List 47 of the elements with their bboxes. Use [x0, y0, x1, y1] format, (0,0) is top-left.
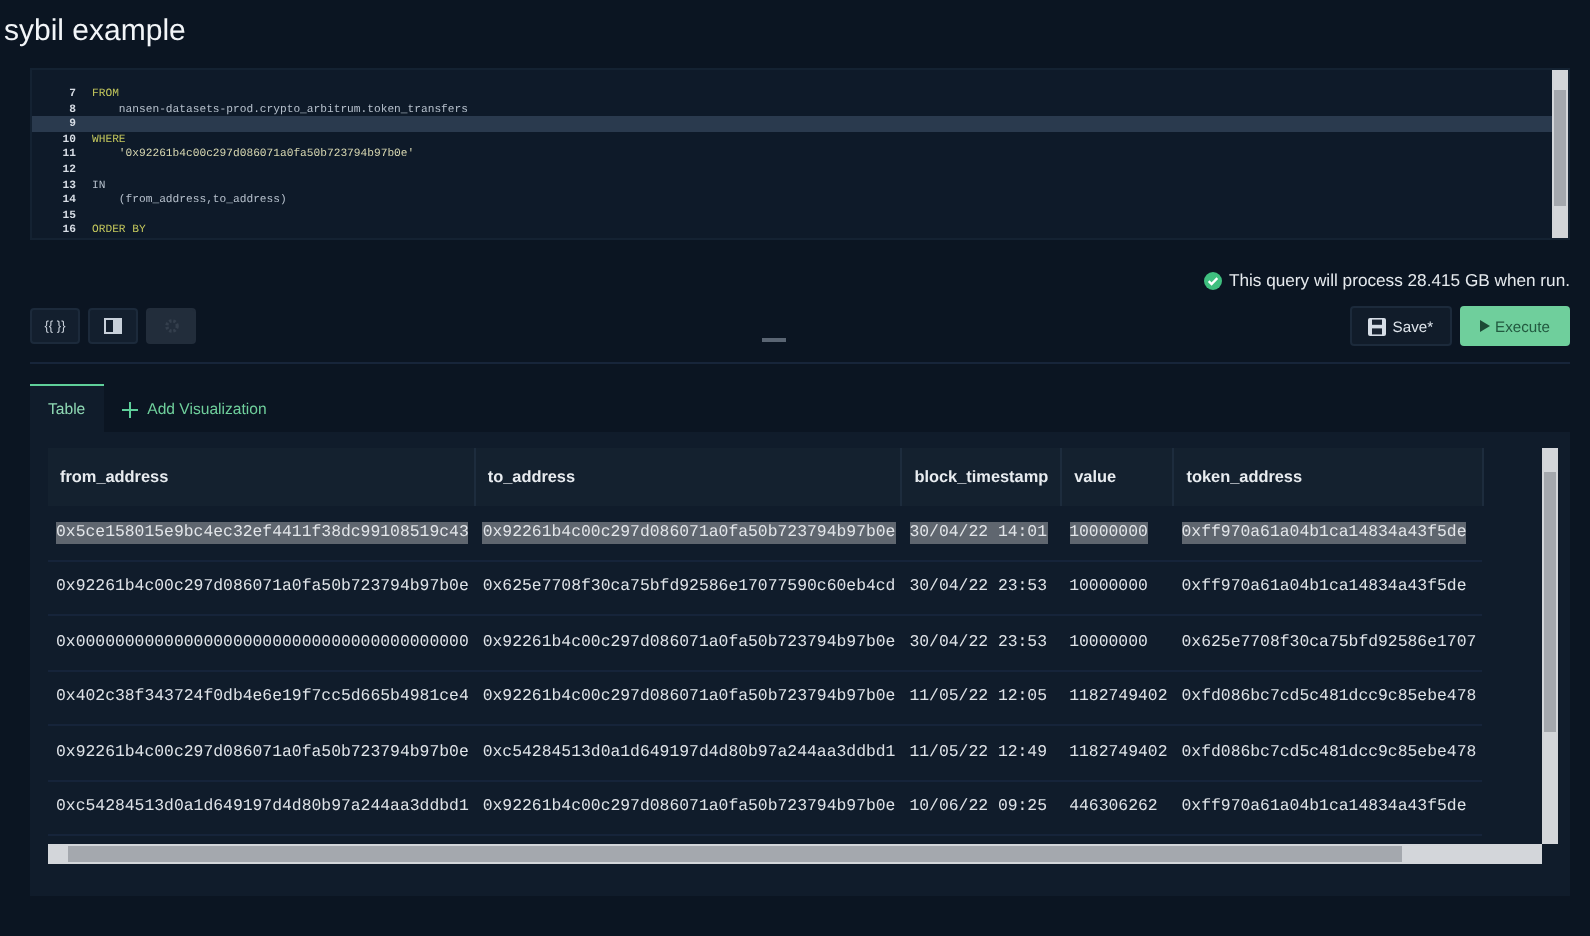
- selected-cell[interactable]: 30/04/22 14:01: [909, 521, 1048, 544]
- scrollbar[interactable]: [48, 844, 1542, 864]
- page-title: sybil example: [4, 13, 186, 47]
- scrollbar[interactable]: [1552, 70, 1568, 238]
- table-cell: 0x92261b4c00c297d086071a0fa50b723794b97b0e: [48, 560, 475, 615]
- table-cell: 0x0000000000000000000000000000000000000000: [48, 615, 475, 670]
- query-size-note: This query will process 28.415 GB when run.: [1228, 270, 1570, 290]
- table-cell: 30/04/22 23:53: [901, 615, 1062, 670]
- selected-cell[interactable]: 0xff970a61a04b1ca14834a43f5de: [1181, 521, 1467, 544]
- selected-cell[interactable]: 0x92261b4c00c297d086071a0fa50b723794b97b0e: [482, 521, 896, 544]
- resize-handle[interactable]: [761, 338, 786, 342]
- plus-icon: [121, 401, 138, 417]
- table-cell: 0x92261b4c00c297d086071a0fa50b723794b97b0e: [474, 615, 902, 670]
- table-cell: 0x92261b4c00c297d086071a0fa50b723794b97b0e: [48, 725, 475, 780]
- table-cell: 10/06/22 09:25: [901, 780, 1062, 835]
- table-cell: 10000000: [1061, 560, 1174, 615]
- table-cell: 0xc54284513d0a1d649197d4d80b97a244aa3ddbd1: [48, 780, 475, 835]
- table-cell: 0xfd086bc7cd5c481dcc9c85ebe478: [1173, 725, 1483, 780]
- table-cell: 30/04/22 23:53: [901, 560, 1062, 615]
- table-cell: 10000000: [1061, 615, 1174, 670]
- column-header[interactable]: from_address: [48, 448, 475, 506]
- table-cell: 0x625e7708f30ca75bfd92586e17077590c60eb4cd: [474, 560, 902, 615]
- column-header[interactable]: to_address: [474, 448, 902, 506]
- table-cell: 11/05/22 12:05: [901, 670, 1062, 725]
- table-cell: 1182749402: [1061, 670, 1174, 725]
- column-header[interactable]: token_address: [1173, 448, 1483, 506]
- save-icon: [1368, 317, 1387, 335]
- table-cell: 0xfd086bc7cd5c481dcc9c85ebe478: [1173, 670, 1483, 725]
- table-cell: 0x402c38f343724f0db4e6e19f7cc5d665b4981ce4: [48, 670, 475, 725]
- table-cell: 0xc54284513d0a1d649197d4d80b97a244aa3ddbd1: [474, 725, 902, 780]
- table-cell: 0x625e7708f30ca75bfd92586e1707: [1173, 615, 1483, 670]
- table-cell: 446306262: [1061, 780, 1174, 835]
- panel-button[interactable]: [88, 308, 138, 344]
- table-cell: 0x92261b4c00c297d086071a0fa50b723794b97b0e: [474, 670, 902, 725]
- table-cell: 1182749402: [1061, 725, 1174, 780]
- scrollbar[interactable]: [1542, 448, 1558, 844]
- table-cell: 0x92261b4c00c297d086071a0fa50b723794b97b0e: [474, 780, 902, 835]
- play-icon: [1479, 320, 1490, 332]
- column-header[interactable]: block_timestamp: [901, 448, 1062, 506]
- panel-icon: [104, 318, 122, 334]
- selected-cell[interactable]: 0x5ce158015e9bc4ec32ef4411f38dc99108519c43: [56, 521, 469, 544]
- table-cell: 11/05/22 12:49: [901, 725, 1062, 780]
- table-cell: 0xff970a61a04b1ca14834a43f5de: [1173, 560, 1483, 615]
- column-header[interactable]: value: [1061, 448, 1174, 506]
- selected-cell[interactable]: 10000000: [1069, 521, 1148, 544]
- table-cell: 0xff970a61a04b1ca14834a43f5de: [1173, 780, 1483, 835]
- check-circle-icon: [1204, 271, 1223, 289]
